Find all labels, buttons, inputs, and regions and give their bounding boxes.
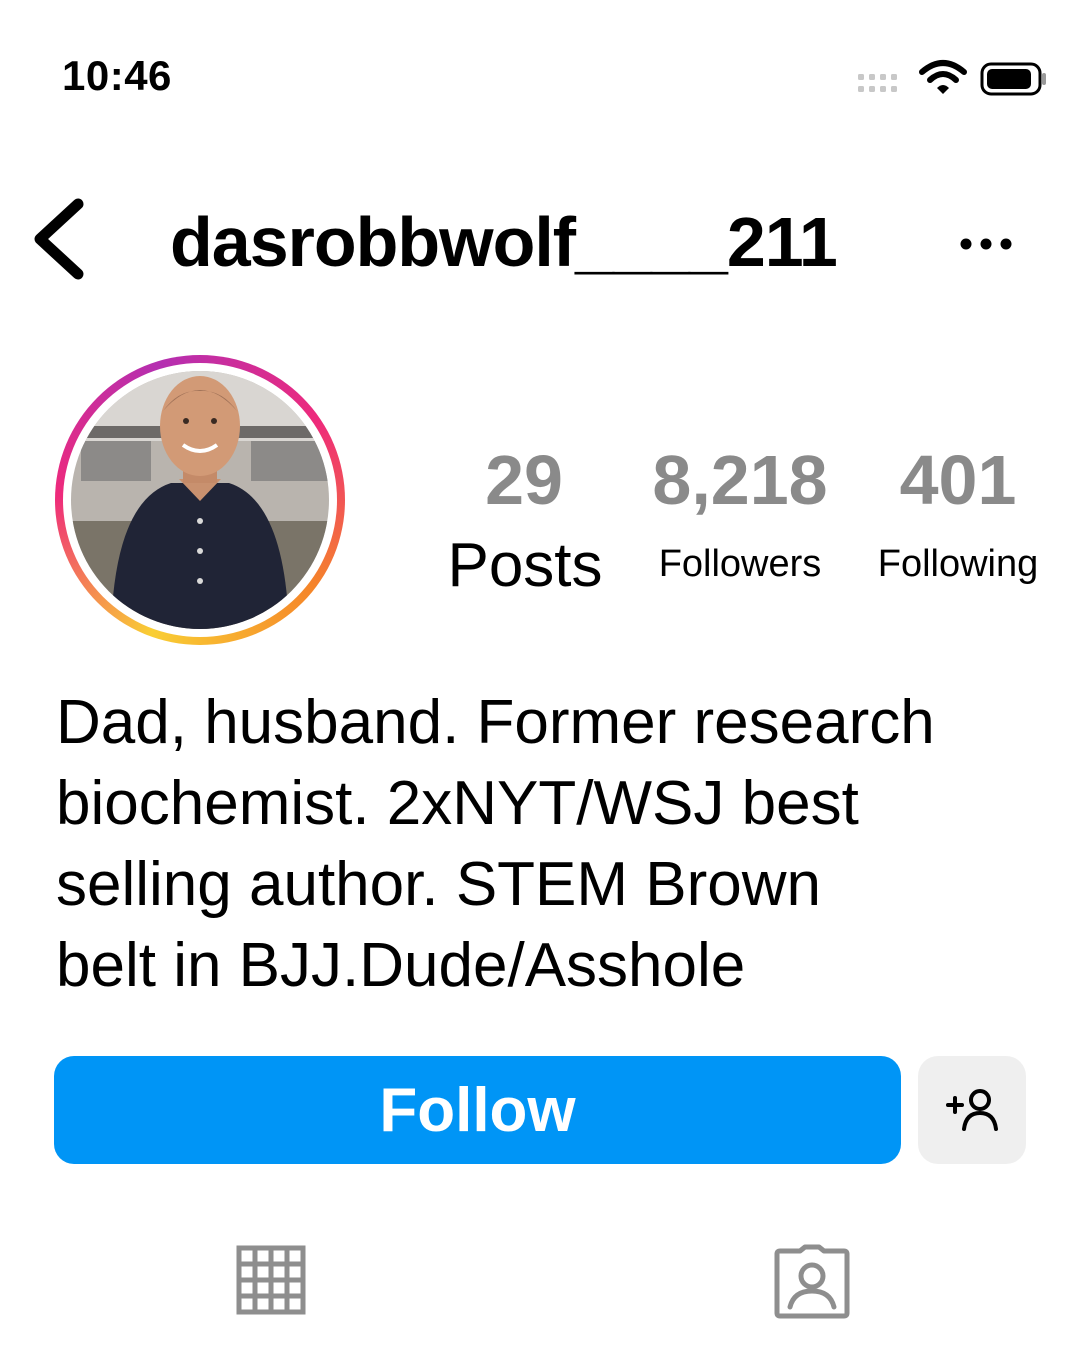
following-label[interactable]: Following xyxy=(860,543,1056,586)
bio-line: selling author. STEM Brown xyxy=(56,850,822,919)
status-time: 10:46 xyxy=(62,52,172,99)
following-count[interactable]: 401 xyxy=(870,440,1046,520)
suggested-accounts-button[interactable] xyxy=(918,1056,1026,1164)
profile-avatar[interactable] xyxy=(71,371,329,629)
followers-label[interactable]: Followers xyxy=(640,543,840,586)
more-options-icon[interactable] xyxy=(958,236,1014,252)
profile-bio: Dad, husband. Former research biochemist… xyxy=(56,682,1046,1006)
cellular-signal-icon xyxy=(858,74,897,92)
profile-username: dasrobbwolf____211 xyxy=(170,203,838,281)
follow-button[interactable]: Follow xyxy=(54,1056,901,1164)
posts-label: Posts xyxy=(447,531,603,600)
bio-line: biochemist. 2xNYT/WSJ best xyxy=(56,769,859,838)
wifi-icon xyxy=(919,60,967,94)
add-person-icon xyxy=(946,1089,998,1131)
battery-icon xyxy=(980,62,1046,96)
tagged-icon[interactable] xyxy=(774,1243,850,1319)
bio-line: Dad, husband. Former research xyxy=(56,688,935,757)
grid-icon[interactable] xyxy=(236,1245,306,1315)
back-chevron-icon[interactable] xyxy=(28,196,88,282)
followers-count[interactable]: 8,218 xyxy=(640,440,840,520)
posts-count[interactable]: 29 xyxy=(440,440,608,520)
bio-line: belt in BJJ.Dude/Asshole xyxy=(56,931,746,1000)
